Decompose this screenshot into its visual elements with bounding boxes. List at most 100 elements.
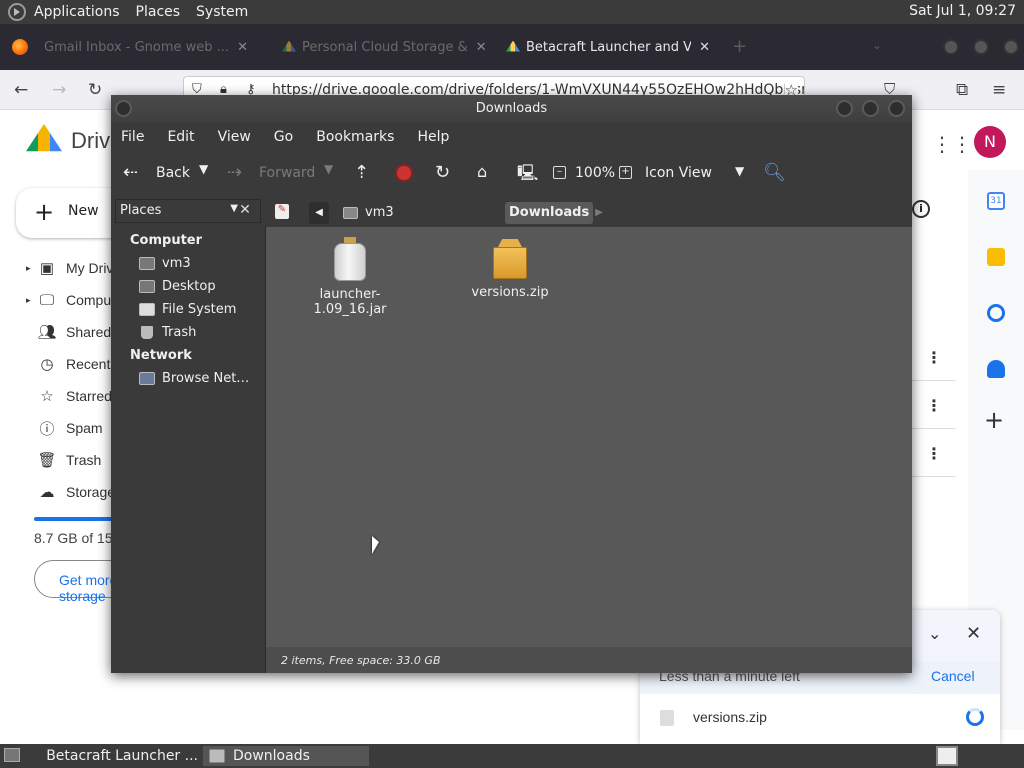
file-item[interactable]: launcher-1.09_16.jar: [285, 237, 415, 317]
tab-close-icon[interactable]: ✕: [699, 40, 710, 55]
forward-arrow-icon[interactable]: ⇢: [227, 162, 242, 183]
forward-button[interactable]: Forward: [259, 165, 315, 181]
window-menu-button[interactable]: [115, 100, 132, 117]
expand-arrow-icon[interactable]: ▸: [26, 295, 34, 306]
browser-tab[interactable]: Gmail Inbox - Gnome web ... ✕: [44, 32, 254, 62]
tab-close-icon[interactable]: ✕: [237, 40, 248, 55]
stop-icon[interactable]: [395, 164, 413, 182]
distro-logo-icon[interactable]: [8, 3, 26, 21]
menu-help[interactable]: Help: [417, 129, 449, 145]
reload-icon[interactable]: ↻: [88, 80, 102, 100]
minimize-button[interactable]: [836, 100, 853, 117]
tasks-icon[interactable]: [987, 304, 1005, 322]
browser-close-button[interactable]: [1003, 39, 1019, 55]
more-actions-icon[interactable]: ⋮: [926, 396, 942, 415]
zoom-level[interactable]: 100%: [575, 165, 615, 181]
browser-tab-active[interactable]: Betacraft Launcher and Vers ✕: [506, 32, 710, 62]
plus-icon: +: [34, 198, 55, 226]
file-icon-view[interactable]: launcher-1.09_16.jar versions.zip: [265, 227, 912, 647]
forward-arrow-icon[interactable]: →: [52, 80, 66, 100]
contacts-icon[interactable]: [987, 360, 1005, 378]
menu-view[interactable]: View: [218, 129, 251, 145]
workspace-switcher[interactable]: [936, 746, 958, 766]
view-mode-dropdown-icon[interactable]: ▼: [735, 164, 744, 178]
menu-bookmarks[interactable]: Bookmarks: [316, 129, 394, 145]
home-folder-icon[interactable]: ⌂: [477, 162, 487, 181]
applications-menu[interactable]: Applications: [26, 4, 128, 20]
jar-file-icon: [334, 237, 366, 281]
close-sidebar-icon[interactable]: ✕: [233, 199, 257, 223]
close-button[interactable]: [888, 100, 905, 117]
zoom-out-icon[interactable]: –: [553, 166, 566, 179]
hamburger-menu-icon[interactable]: ≡: [992, 80, 1006, 100]
sidebar-item-starred[interactable]: ☆ Starred: [26, 384, 112, 408]
more-actions-icon[interactable]: ⋮: [926, 348, 942, 367]
sidebar-item-trash[interactable]: Trash: [139, 325, 196, 340]
sidebar-item-vm3[interactable]: vm3: [139, 256, 191, 271]
view-mode-select[interactable]: Icon View: [645, 165, 712, 181]
search-icon[interactable]: 🔍︎: [763, 162, 786, 183]
calendar-icon[interactable]: 31: [987, 192, 1005, 210]
path-scroll-left-icon[interactable]: ◀: [309, 202, 329, 224]
toggle-location-entry-icon[interactable]: ✎: [275, 204, 289, 219]
path-scroll-right-icon[interactable]: ▶: [592, 202, 606, 224]
taskbar: Betacraft Launcher ... Downloads: [0, 744, 1024, 768]
sidebar-item-storage[interactable]: ☁ Storage: [26, 480, 116, 504]
taskbar-item-downloads[interactable]: Downloads: [203, 746, 369, 766]
sidebar-item-recent[interactable]: ◷ Recent: [26, 352, 110, 376]
clock[interactable]: Sat Jul 1, 09:27: [909, 3, 1016, 19]
maximize-button[interactable]: [862, 100, 879, 117]
extensions-icon[interactable]: ⧉: [956, 80, 968, 100]
sidebar-selector-label: Places: [120, 203, 162, 218]
sidebar-item-desktop[interactable]: Desktop: [139, 279, 216, 294]
more-actions-icon[interactable]: ⋮: [926, 444, 942, 463]
sidebar-item-file-system[interactable]: File System: [139, 302, 236, 317]
sidebar-heading-computer: Computer: [130, 233, 203, 248]
browser-maximize-button[interactable]: [973, 39, 989, 55]
back-history-dropdown[interactable]: ▼: [199, 162, 208, 176]
row-divider: [912, 380, 956, 381]
show-desktop-icon[interactable]: [4, 748, 20, 762]
sidebar-item-spam[interactable]: ⓘ Spam: [26, 416, 102, 440]
sidebar-item-my-drive[interactable]: ▸ ▣ My Drive: [26, 256, 121, 280]
expand-arrow-icon[interactable]: ▸: [26, 263, 34, 274]
account-avatar[interactable]: N: [974, 126, 1006, 158]
zoom-in-icon[interactable]: +: [619, 166, 632, 179]
sidebar-item-trash[interactable]: 🗑︎ Trash: [26, 448, 101, 472]
computer-icon[interactable]: 🖳︎: [517, 162, 538, 189]
sidebar-item-browse-network[interactable]: Browse Net…: [139, 371, 249, 386]
folder-icon: [209, 749, 225, 763]
back-button[interactable]: Back: [156, 165, 190, 181]
places-menu[interactable]: Places: [128, 4, 189, 20]
add-addon-icon[interactable]: +: [984, 406, 1004, 434]
keep-icon[interactable]: [987, 248, 1005, 266]
window-title-bar[interactable]: Downloads: [111, 95, 912, 123]
chevron-down-icon[interactable]: ⌄: [928, 624, 941, 643]
back-arrow-icon[interactable]: ⇠: [123, 162, 138, 183]
close-icon[interactable]: ✕: [966, 623, 981, 644]
back-arrow-icon[interactable]: ←: [14, 80, 28, 100]
menu-edit[interactable]: Edit: [167, 129, 194, 145]
google-drive-icon: [506, 40, 520, 52]
up-arrow-icon[interactable]: ⇡: [354, 162, 369, 183]
network-icon: [139, 372, 155, 385]
tab-list-icon[interactable]: ⌄: [872, 38, 882, 52]
path-button-vm3[interactable]: vm3: [335, 202, 400, 224]
info-icon[interactable]: i: [912, 200, 930, 218]
menu-go[interactable]: Go: [274, 129, 293, 145]
file-item[interactable]: versions.zip: [445, 237, 575, 300]
tab-close-icon[interactable]: ✕: [476, 40, 487, 55]
new-tab-icon[interactable]: +: [732, 36, 747, 57]
new-button[interactable]: + New: [16, 188, 126, 238]
browser-minimize-button[interactable]: [943, 39, 959, 55]
forward-history-dropdown[interactable]: ▼: [324, 162, 333, 176]
taskbar-item-browser[interactable]: Betacraft Launcher ...: [32, 746, 198, 766]
google-drive-logo[interactable]: [26, 124, 62, 152]
system-menu[interactable]: System: [188, 4, 256, 20]
cancel-download-button[interactable]: Cancel: [931, 668, 975, 684]
top-panel: Applications Places System Sat Jul 1, 09…: [0, 0, 1024, 24]
menu-file[interactable]: File: [121, 129, 144, 145]
path-button-downloads[interactable]: Downloads: [505, 202, 594, 224]
browser-tab[interactable]: Personal Cloud Storage & ✕: [282, 32, 492, 62]
reload-icon[interactable]: ↻: [435, 162, 450, 183]
